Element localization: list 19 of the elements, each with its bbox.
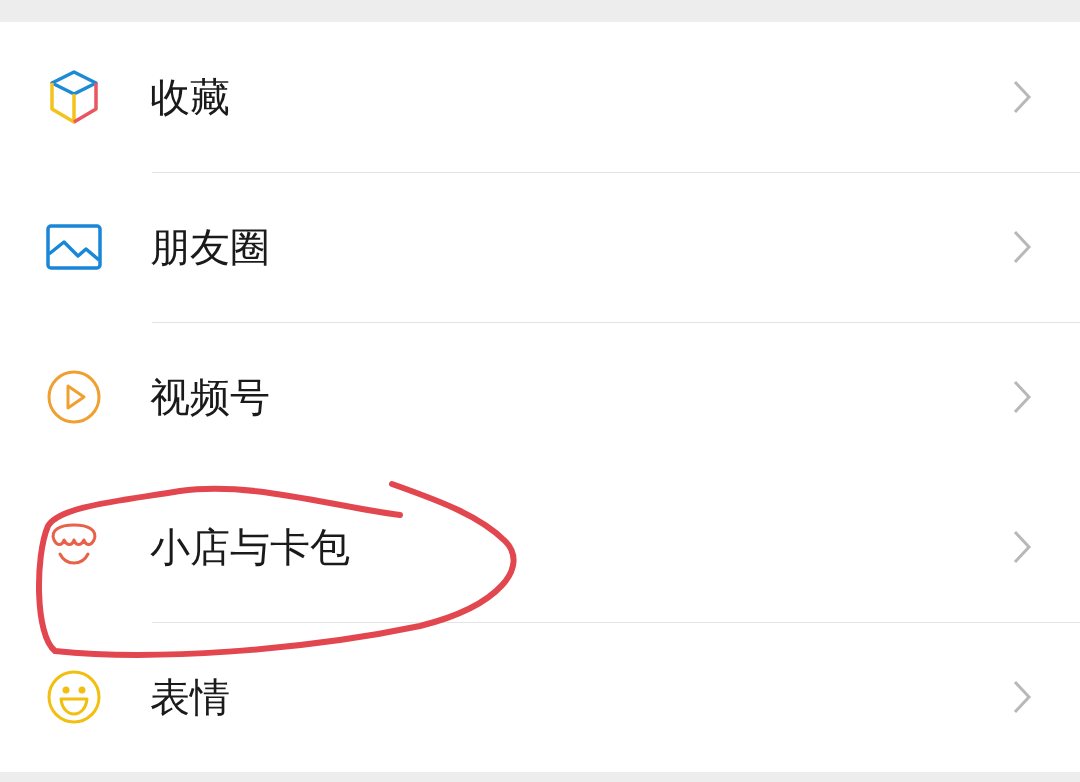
landscape-icon <box>46 224 102 270</box>
menu-label: 表情 <box>150 672 231 722</box>
menu-item[interactable]: 收藏 <box>0 22 1080 172</box>
chevron-icon <box>1012 79 1032 115</box>
menu-item[interactable]: 视频号 <box>0 322 1080 472</box>
menu-label: 朋友圈 <box>150 222 271 272</box>
menu-item[interactable]: 小店与卡包 <box>0 472 1080 622</box>
menu-item[interactable]: 表情 <box>0 622 1080 772</box>
menu-item[interactable]: 朋友圈 <box>0 172 1080 322</box>
menu-label: 视频号 <box>150 372 271 422</box>
chevron-icon <box>1012 529 1032 565</box>
play-icon <box>46 369 102 425</box>
chevron-icon <box>1012 229 1032 265</box>
chevron-icon <box>1012 379 1032 415</box>
cube-icon <box>48 69 100 125</box>
smiley-icon <box>46 669 102 725</box>
menu-label: 小店与卡包 <box>150 522 351 572</box>
menu-label: 收藏 <box>150 72 231 122</box>
chevron-icon <box>1012 679 1032 715</box>
